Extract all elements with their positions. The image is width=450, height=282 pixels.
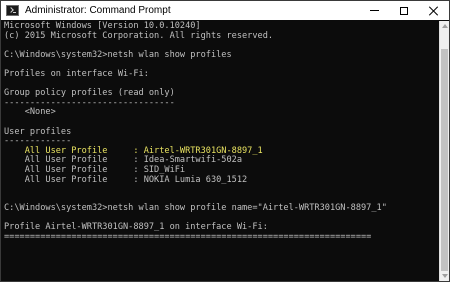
console-output[interactable]: Microsoft Windows [Version 10.0.10240] (…: [2, 21, 439, 281]
minimize-button[interactable]: [359, 1, 389, 20]
close-icon: [429, 6, 439, 16]
scrollbar-thumb[interactable]: [441, 49, 448, 271]
console-line: (c) 2015 Microsoft Corporation. All righ…: [4, 30, 274, 41]
title-bar[interactable]: Administrator: Command Prompt: [1, 1, 449, 20]
command-prompt-icon[interactable]: [6, 5, 19, 16]
minimize-icon: [369, 10, 379, 11]
console-line: C:\Windows\system32>netsh wlan show prof…: [4, 49, 232, 60]
console-line: All User Profile : NOKIA Lumia 630_1512: [4, 174, 248, 185]
console-line: Profiles on interface Wi-Fi:: [4, 68, 149, 79]
scroll-up-arrow-icon[interactable]: [442, 24, 448, 28]
command-prompt-window: Administrator: Command Prompt Microsoft …: [0, 0, 450, 282]
console-line: ---------------------------------: [4, 97, 175, 108]
vertical-scrollbar[interactable]: [439, 21, 449, 281]
maximize-button[interactable]: [389, 1, 419, 20]
console-line: <None>: [4, 107, 56, 118]
close-button[interactable]: [419, 1, 449, 20]
window-title: Administrator: Command Prompt: [25, 5, 171, 16]
scroll-down-arrow-icon[interactable]: [442, 274, 448, 278]
console-line: C:\Windows\system32>netsh wlan show prof…: [4, 203, 387, 214]
console-line: ========================================…: [4, 232, 372, 243]
maximize-icon: [400, 6, 408, 15]
